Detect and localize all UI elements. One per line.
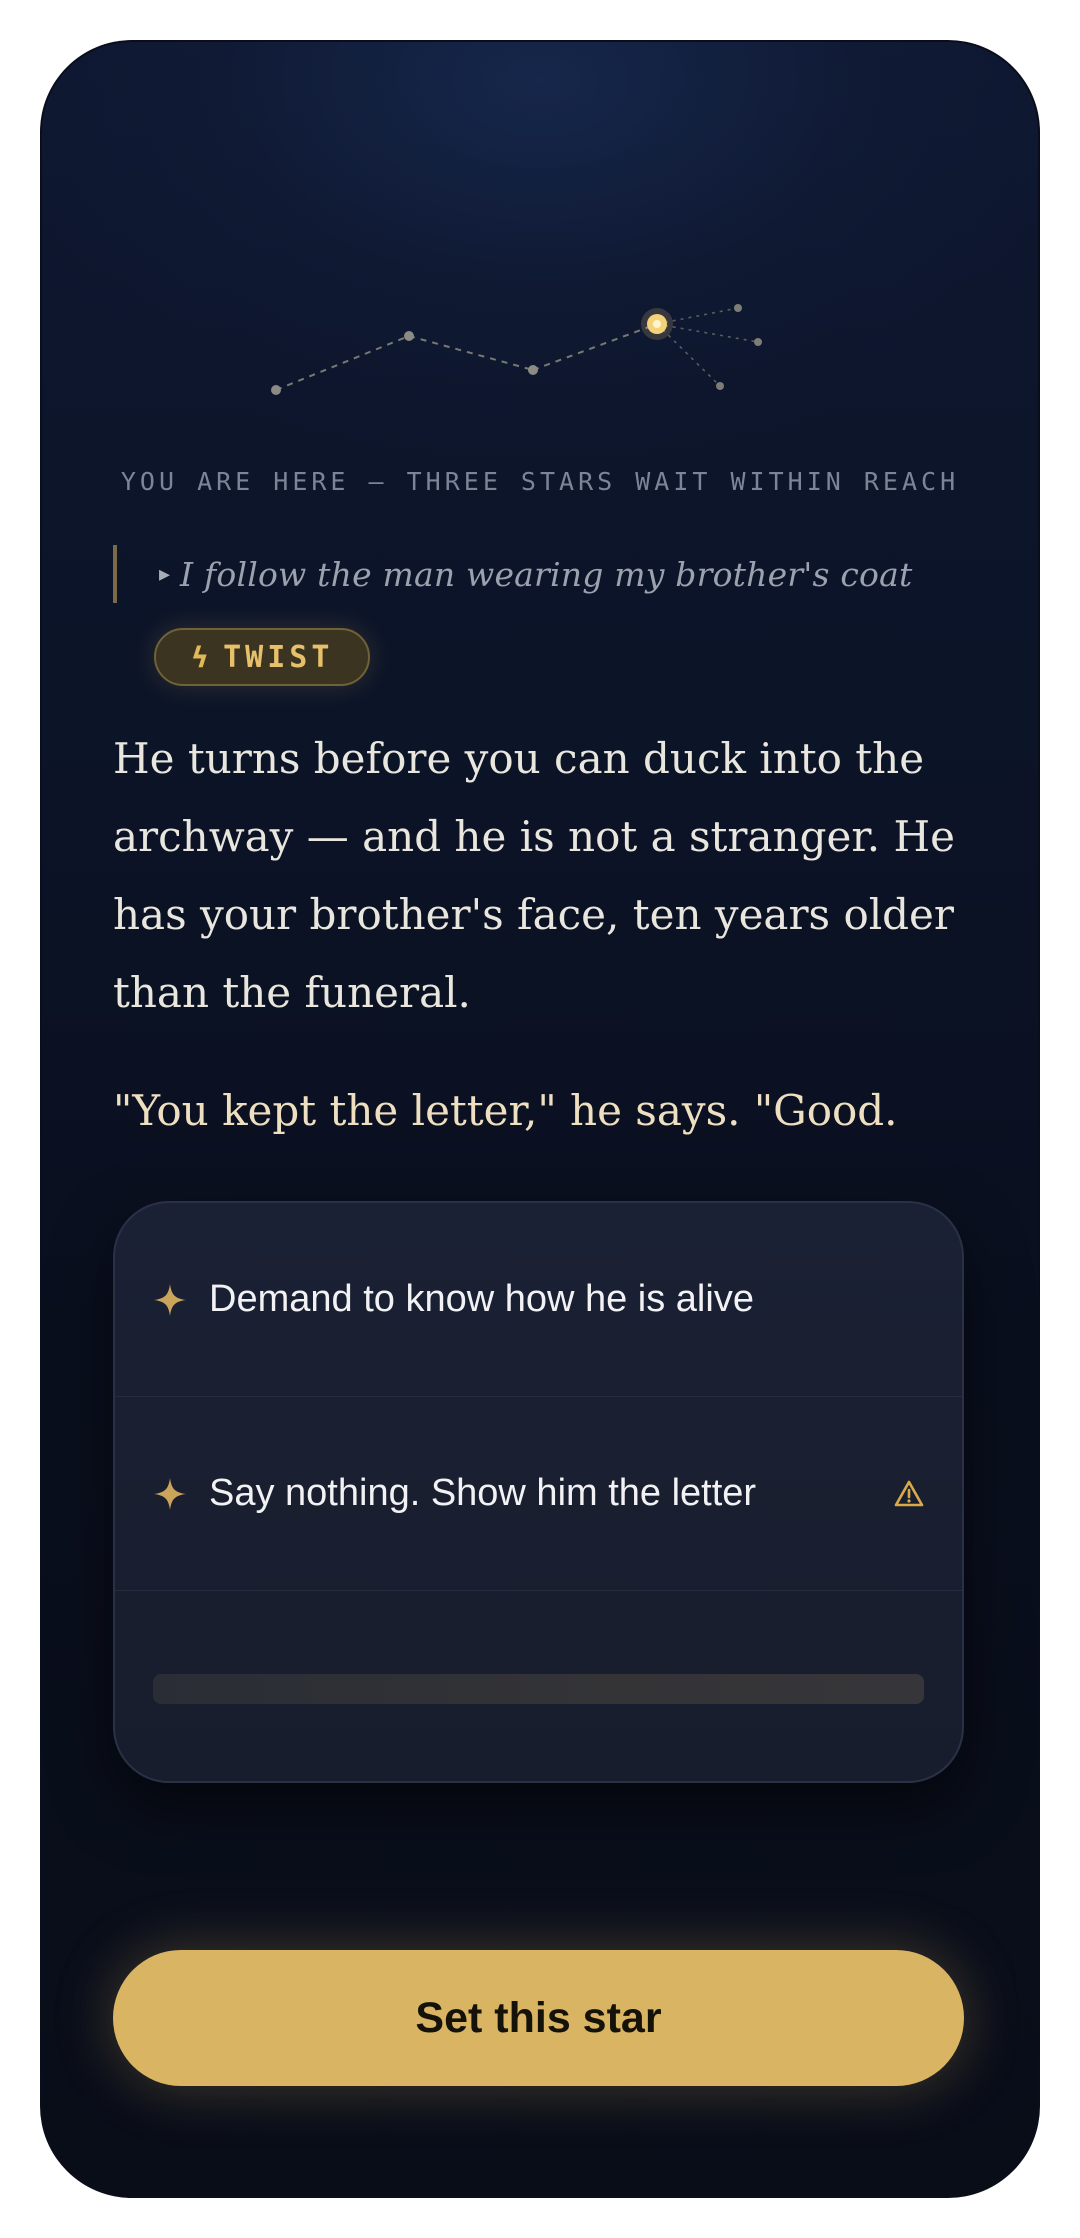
choice-option-label: Say nothing. Show him the letter bbox=[209, 1472, 757, 1514]
choice-option-label: Demand to know how he is alive bbox=[209, 1278, 754, 1320]
sparkle-star-icon bbox=[154, 1477, 186, 1510]
constellation-map bbox=[271, 304, 762, 395]
reachable-star bbox=[754, 338, 762, 346]
badge-label: TWIST bbox=[223, 639, 334, 675]
progress-status-text: YOU ARE HERE — THREE STARS WAIT WITHIN R… bbox=[120, 467, 960, 496]
visited-star bbox=[404, 331, 414, 341]
twist-badge: ϟ TWIST bbox=[154, 628, 370, 686]
visited-star bbox=[528, 365, 538, 375]
choices-card: Demand to know how he is alive Say nothi… bbox=[113, 1201, 964, 1783]
story-paragraph: He turns before you can duck into the ar… bbox=[113, 734, 955, 1017]
warning-triangle-icon bbox=[894, 1480, 924, 1506]
choice-option-2[interactable]: Say nothing. Show him the letter bbox=[115, 1397, 962, 1591]
sparkle-star-icon bbox=[154, 1283, 186, 1316]
story-quote: "You kept the letter," he says. "Good. bbox=[113, 1086, 898, 1135]
constellation-path-3 bbox=[532, 323, 658, 371]
app-screen: YOU ARE HERE — THREE STARS WAIT WITHIN R… bbox=[40, 40, 1040, 2198]
choice-option-1[interactable]: Demand to know how he is alive bbox=[115, 1203, 962, 1397]
choice-option-loading bbox=[115, 1591, 962, 1781]
visited-star bbox=[271, 385, 281, 395]
constellation-path-2 bbox=[408, 335, 534, 371]
bolt-icon: ϟ bbox=[190, 640, 210, 674]
caret-right-icon: ▸ bbox=[159, 561, 171, 587]
previous-choice: ▸ I follow the man wearing my brother's … bbox=[113, 545, 973, 603]
reachable-star bbox=[734, 304, 742, 312]
previous-choice-text: I follow the man wearing my brother's co… bbox=[180, 554, 913, 594]
loading-placeholder-bar bbox=[153, 1674, 924, 1704]
set-star-button[interactable]: Set this star bbox=[113, 1950, 964, 2086]
constellation-path-1 bbox=[275, 335, 410, 391]
reachable-star bbox=[716, 382, 724, 390]
